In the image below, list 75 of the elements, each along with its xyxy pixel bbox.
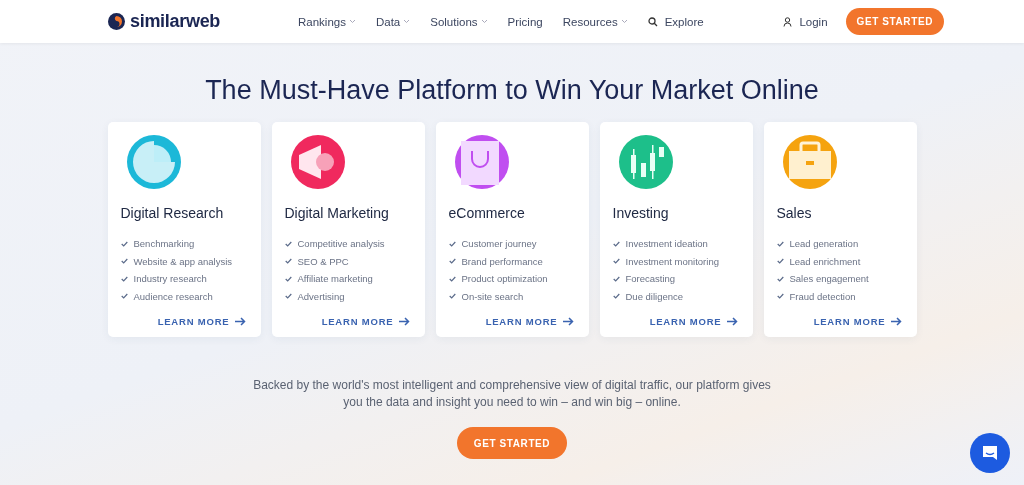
check-icon	[776, 240, 784, 247]
feature-text: On-site search	[461, 290, 524, 302]
arrow-right-icon	[398, 317, 410, 326]
card-title: Sales	[776, 205, 813, 221]
feature-text: Fraud detection	[789, 290, 856, 302]
check-icon	[448, 275, 456, 282]
feature-text: Affiliate marketing	[297, 273, 373, 285]
nav-link[interactable]: Data	[375, 15, 411, 28]
arrow-right-icon	[234, 317, 246, 326]
check-icon	[284, 293, 292, 300]
learn-more-link[interactable]: LEARN MORE	[321, 316, 410, 327]
arrow-right-icon	[562, 317, 574, 326]
check-icon	[120, 258, 128, 265]
feature-text: Product optimization	[461, 273, 548, 285]
arrow-right-icon	[726, 317, 738, 326]
check-icon	[776, 293, 784, 300]
arrow-right-icon	[890, 317, 902, 326]
learn-more-link[interactable]: LEARN MORE	[485, 316, 574, 327]
check-icon	[448, 240, 456, 247]
feature-text: Website & app analysis	[133, 255, 233, 267]
feature-text: Industry research	[133, 273, 207, 285]
feature-text: Audience research	[133, 290, 213, 302]
explore-link[interactable]: Explore	[647, 15, 704, 28]
learn-more-link[interactable]: LEARN MORE	[813, 316, 902, 327]
feature-text: SEO & PPC	[297, 255, 349, 267]
logo-text[interactable]: similarweb	[130, 11, 221, 32]
chat-icon	[981, 444, 999, 462]
search-icon	[647, 16, 658, 27]
bag-icon	[454, 135, 509, 189]
feature-text: Advertising	[297, 290, 345, 302]
feature-text: Brand performance	[461, 255, 543, 267]
learn-more-link[interactable]: LEARN MORE	[649, 316, 738, 327]
check-icon	[284, 275, 292, 282]
description-text: Backed by the world's most intelligent and comprehensive view of digital traffic, our platform gives you the data and insight you need to win – and win big – online.	[252, 377, 772, 411]
card-title: Investing	[612, 205, 670, 221]
feature-text: Due diligence	[625, 290, 684, 302]
check-icon	[776, 258, 784, 265]
feature-text: Competitive analysis	[297, 238, 385, 250]
check-icon	[120, 293, 128, 300]
feature-text: Customer journey	[461, 238, 537, 250]
nav-link[interactable]: Pricing	[507, 15, 543, 28]
check-icon	[284, 258, 292, 265]
headline: The Must-Have Platform to Win Your Market Online	[204, 75, 820, 106]
check-icon	[612, 258, 620, 265]
check-icon	[776, 275, 784, 282]
logo-icon	[108, 13, 125, 30]
login-link[interactable]: Login	[783, 15, 828, 28]
card-title: Digital Marketing	[284, 205, 390, 221]
check-icon	[612, 275, 620, 282]
person-icon	[783, 16, 793, 27]
feature-text: Investment ideation	[625, 238, 708, 250]
feature-text: Forecasting	[625, 273, 676, 285]
nav-link[interactable]: Solutions	[430, 15, 488, 28]
chat-button[interactable]	[970, 433, 1010, 473]
learn-more-link[interactable]: LEARN MORE	[157, 316, 246, 327]
card-title: Digital Research	[120, 205, 225, 221]
feature-text: Lead enrichment	[789, 255, 861, 267]
check-icon	[612, 293, 620, 300]
check-icon	[612, 240, 620, 247]
feature-text: Lead generation	[789, 238, 859, 250]
pie-chart-icon	[126, 135, 181, 189]
nav-link[interactable]: Rankings	[298, 15, 356, 28]
check-icon	[284, 240, 292, 247]
card-title: eCommerce	[448, 205, 526, 221]
check-icon	[120, 240, 128, 247]
feature-text: Investment monitoring	[625, 255, 719, 267]
feature-text: Benchmarking	[133, 238, 195, 250]
nav-link[interactable]: Resources	[562, 15, 628, 28]
check-icon	[448, 258, 456, 265]
briefcase-icon	[782, 135, 837, 189]
check-icon	[120, 275, 128, 282]
check-icon	[448, 293, 456, 300]
megaphone-icon	[290, 135, 345, 189]
candlestick-chart-icon	[618, 135, 673, 189]
feature-text: Sales engagement	[789, 273, 869, 285]
